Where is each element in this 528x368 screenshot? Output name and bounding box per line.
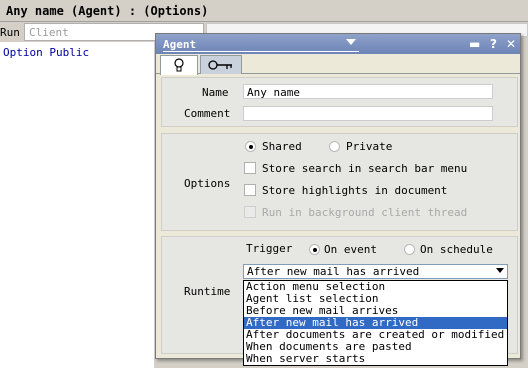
private-radio[interactable]	[329, 141, 340, 152]
comment-label: Comment	[184, 107, 231, 120]
minimize-icon[interactable]: ▬	[469, 37, 480, 51]
help-icon[interactable]: ?	[490, 37, 497, 51]
private-label: Private	[346, 140, 393, 153]
window-title: Any name (Agent) : (Options)	[6, 4, 209, 18]
comment-field[interactable]	[243, 106, 493, 121]
lightbulb-icon	[174, 58, 184, 72]
run-background-checkbox	[244, 206, 256, 218]
shared-label: Shared	[262, 140, 302, 153]
key-icon	[208, 60, 232, 70]
trigger-select[interactable]: After new mail has arrived	[243, 264, 508, 279]
close-icon[interactable]: ✕	[506, 37, 516, 51]
name-field[interactable]: Any name	[243, 84, 493, 99]
store-search-label: Store search in search bar menu	[262, 162, 468, 175]
properties-type-underline	[163, 51, 359, 52]
options-label: Options	[184, 177, 231, 190]
store-search-checkbox[interactable]	[244, 162, 256, 174]
chevron-down-icon[interactable]	[346, 39, 356, 45]
code-line: Option Public	[3, 46, 90, 59]
name-label: Name	[202, 86, 229, 99]
trigger-option[interactable]: When server starts	[244, 353, 507, 365]
on-event-radio[interactable]	[309, 244, 320, 255]
properties-title[interactable]: Agent	[163, 38, 196, 51]
on-schedule-radio[interactable]	[404, 244, 415, 255]
tab-basics[interactable]	[160, 55, 198, 75]
shared-radio[interactable]	[245, 141, 256, 152]
store-highlights-checkbox[interactable]	[244, 184, 256, 196]
run-label: Run	[0, 26, 20, 39]
on-event-label: On event	[324, 243, 377, 256]
store-highlights-label: Store highlights in document	[262, 184, 448, 197]
code-editor[interactable]	[0, 42, 155, 368]
chevron-down-icon[interactable]	[496, 268, 504, 273]
tab-security[interactable]	[200, 55, 242, 74]
trigger-label: Trigger	[246, 242, 293, 255]
runtime-label: Runtime	[184, 285, 231, 298]
on-schedule-label: On schedule	[420, 243, 493, 256]
run-background-label: Run in background client thread	[262, 206, 468, 219]
